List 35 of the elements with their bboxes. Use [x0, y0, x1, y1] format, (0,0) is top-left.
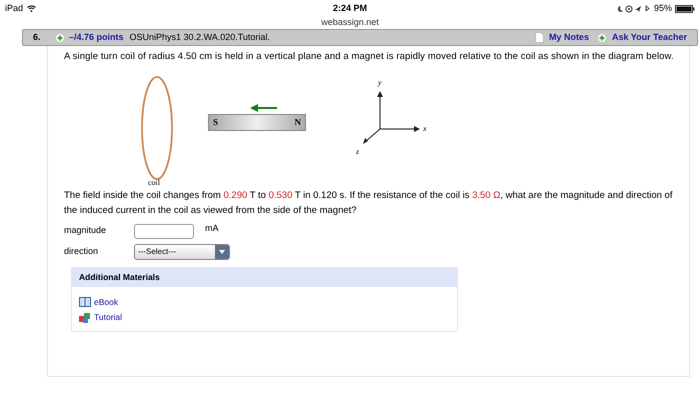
y-axis-label: y [378, 77, 382, 89]
battery-percent: 95% [654, 2, 672, 15]
plus-icon [596, 32, 607, 42]
question-intro: A single turn coil of radius 4.50 cm is held in a vertical plane and a magnet is rapidly moved relative to the coil as shown in the diagram below. [64, 50, 675, 64]
magnitude-input[interactable] [134, 224, 194, 238]
material-link[interactable]: eBook [94, 296, 118, 309]
north-pole-label: N [294, 116, 301, 129]
ask-teacher-link[interactable]: Ask Your Teacher [612, 30, 687, 44]
additional-materials-title: Additional Materials [79, 271, 160, 284]
status-icons-drawing [616, 4, 651, 13]
magnitude-label: magnitude [64, 224, 108, 238]
south-pole-label: S [213, 116, 218, 129]
arrow-icon [250, 104, 277, 112]
device-name: iPad [5, 2, 24, 15]
book-icon [79, 297, 91, 308]
my-notes-link[interactable]: My Notes [548, 30, 589, 44]
page-url: webassign.net [321, 16, 379, 29]
material-link[interactable]: Tutorial [94, 310, 122, 324]
question-prompt: The field inside the coil changes from 0.290 T to 0.530 T in 0.120 s. If the resistance of the coil is 3.50 Ω, what are the magnitude and direction of the induced current in the coil as viewed from the side of the magnet? [64, 189, 674, 218]
coil-label: coil [148, 177, 160, 189]
note-icon [534, 32, 544, 43]
question-number: 6. [33, 30, 42, 44]
battery-icon [675, 4, 695, 13]
points-link[interactable]: –/4.76 points [69, 30, 124, 44]
wifi-icon [27, 5, 36, 12]
status-time: 2:24 PM [332, 2, 367, 15]
cubes-icon [79, 312, 91, 323]
plus-icon [55, 32, 65, 42]
direction-label: direction [64, 245, 100, 258]
x-axis-label: x [423, 123, 427, 135]
unit-label: mA [205, 222, 218, 235]
z-axis-label: z [356, 146, 360, 158]
direction-select[interactable]: ---Select--- [134, 244, 230, 260]
assignment-code: OSUniPhys1 30.2.WA.020.Tutorial. [130, 30, 270, 44]
dropdown-caret-icon [219, 250, 225, 254]
